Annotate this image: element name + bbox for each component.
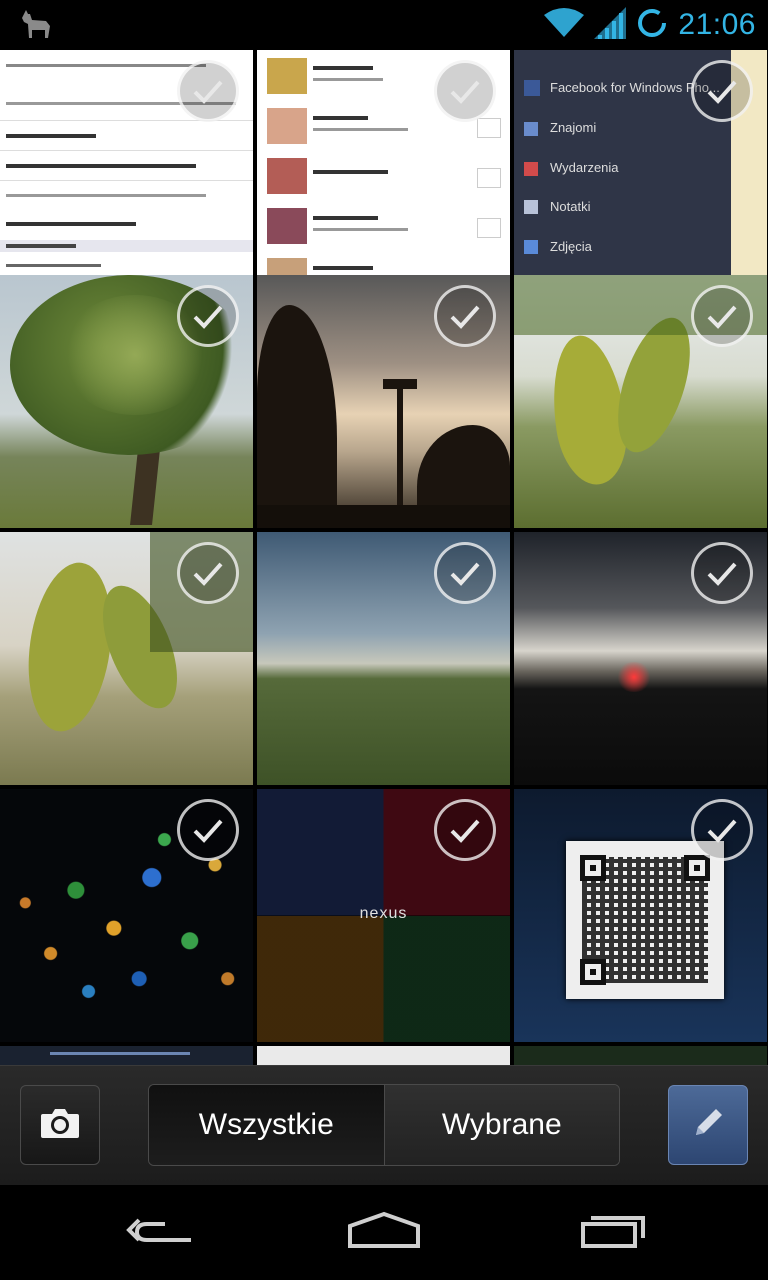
cell-signal-icon [594, 6, 627, 44]
qr-code-image [566, 841, 724, 999]
home-button[interactable] [344, 1207, 424, 1257]
menu-item-label: Notatki [550, 199, 591, 214]
back-arrow-icon [125, 1210, 195, 1255]
home-icon [346, 1210, 422, 1255]
selected-check-icon[interactable] [434, 60, 496, 122]
edit-button[interactable] [668, 1085, 748, 1165]
selected-check-icon[interactable] [434, 542, 496, 604]
selected-check-icon[interactable] [177, 799, 239, 861]
selected-check-icon[interactable] [691, 60, 753, 122]
photo-grid[interactable]: Facebook for Windows Pho... Znajomi Wyda… [0, 50, 768, 1065]
gallery-tile[interactable] [514, 532, 767, 785]
menu-item-label: Znajomi [550, 120, 597, 135]
gallery-tile[interactable] [514, 275, 767, 528]
gallery-tile[interactable] [257, 275, 510, 528]
gallery-tile[interactable] [514, 1046, 767, 1065]
selected-check-icon[interactable] [434, 285, 496, 347]
gallery-tile[interactable] [257, 1046, 510, 1065]
sync-ring-icon [636, 7, 668, 44]
gallery-tile[interactable] [0, 50, 253, 303]
selected-check-icon[interactable] [434, 799, 496, 861]
gallery-tile[interactable] [0, 275, 253, 528]
selected-check-icon[interactable] [177, 60, 239, 122]
back-button[interactable] [120, 1207, 200, 1257]
clock: 21:06 [678, 8, 756, 41]
status-bar: 21:06 [0, 0, 768, 50]
camera-button[interactable] [20, 1085, 100, 1165]
selected-check-icon[interactable] [691, 799, 753, 861]
selected-check-icon[interactable] [177, 285, 239, 347]
bottom-action-bar: Wszystkie Wybrane [0, 1065, 768, 1186]
menu-item-label: Wydarzenia [550, 160, 619, 175]
selected-check-icon[interactable] [691, 542, 753, 604]
gallery-tile[interactable]: nexus [257, 789, 510, 1042]
recent-apps-button[interactable] [572, 1207, 652, 1257]
tab-selected[interactable]: Wybrane [383, 1085, 619, 1165]
wifi-icon [544, 7, 585, 44]
tab-all[interactable]: Wszystkie [149, 1085, 384, 1165]
camera-icon [39, 1106, 81, 1145]
gallery-tile[interactable] [0, 789, 253, 1042]
gallery-tile[interactable] [514, 789, 767, 1042]
gallery-tile[interactable] [257, 532, 510, 785]
system-navigation-bar [0, 1185, 768, 1280]
gallery-tile[interactable] [0, 1046, 253, 1065]
selected-check-icon[interactable] [691, 285, 753, 347]
recent-apps-icon [577, 1210, 647, 1255]
gallery-tile[interactable] [0, 532, 253, 785]
nexus-logo-text: nexus [359, 905, 408, 922]
selected-check-icon[interactable] [177, 542, 239, 604]
menu-item-label: Zdjęcia [550, 239, 592, 254]
gallery-tile[interactable]: Facebook for Windows Pho... Znajomi Wyda… [514, 50, 767, 303]
llama-icon [20, 10, 52, 40]
filter-segmented-control: Wszystkie Wybrane [148, 1084, 620, 1166]
gallery-tile[interactable] [257, 50, 510, 303]
pencil-icon [688, 1103, 728, 1148]
